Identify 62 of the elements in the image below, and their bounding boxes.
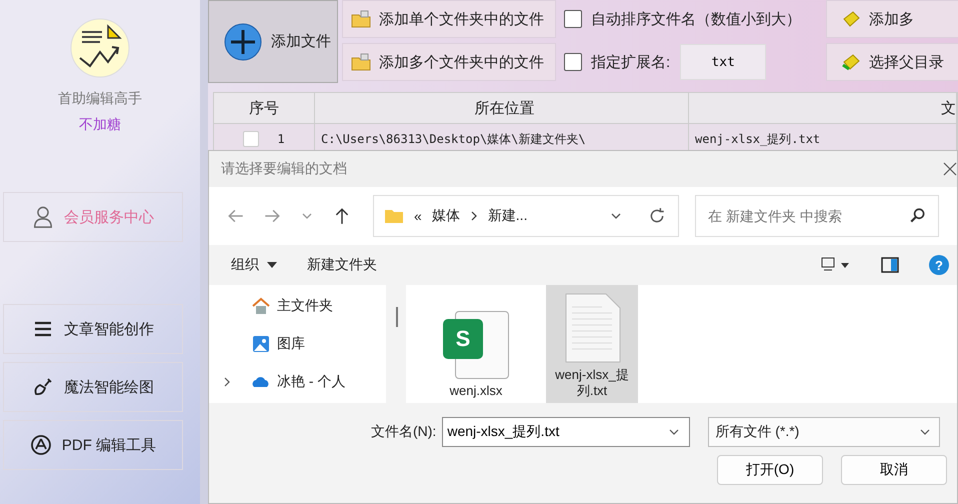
close-icon[interactable] <box>943 162 957 176</box>
file-type-dropdown[interactable]: 所有文件 (*.*) <box>708 417 940 447</box>
extension-field[interactable]: txt <box>680 44 766 80</box>
table-cell: C:\Users\86313\Desktop\媒体\新建文件夹\ <box>321 130 586 148</box>
file-item[interactable]: S wenj.xlsx <box>430 285 522 403</box>
brush-icon <box>32 376 54 398</box>
extension-checkbox[interactable]: 指定扩展名: <box>560 43 670 81</box>
circle-a-icon <box>30 434 52 456</box>
column-header: 文 <box>689 93 957 123</box>
dialog-button[interactable]: 打开(O) <box>717 455 823 485</box>
new-folder-button[interactable]: 新建文件夹 <box>307 256 377 274</box>
row-checkbox[interactable] <box>243 131 260 147</box>
file-item[interactable]: wenj-xlsx_提列.txt <box>546 285 638 403</box>
forward-icon[interactable] <box>263 207 281 225</box>
person-icon <box>32 206 54 228</box>
address-bar[interactable]: « 媒体 新建... <box>373 195 679 237</box>
breadcrumb-overflow[interactable]: « <box>414 208 422 224</box>
add-single-folder-button[interactable]: 添加单个文件夹中的文件 <box>342 0 556 38</box>
add-file-button[interactable]: 添加文件 <box>208 0 338 83</box>
view-icon[interactable] <box>821 257 851 273</box>
column-header: 序号 <box>214 93 315 123</box>
column-header: 所在位置 <box>315 93 689 123</box>
caret-icon <box>267 262 277 268</box>
folder-icon <box>351 53 371 71</box>
organize-menu[interactable]: 组织 <box>231 256 277 274</box>
table-cell: wenj-xlsx_提列.txt <box>695 130 820 148</box>
nav-item[interactable]: 冰艳 - 个人 <box>209 367 386 397</box>
search-field[interactable]: 在 新建文件夹 中搜索 <box>695 195 939 237</box>
eraser-icon <box>841 53 861 71</box>
back-icon[interactable] <box>227 207 245 225</box>
menu-item[interactable]: 文章智能创作 <box>3 304 183 354</box>
chevron-right-icon <box>470 210 478 222</box>
dialog-title: 请选择要编辑的文档 <box>221 160 347 178</box>
toolbar-button[interactable]: 添加多 <box>826 0 958 38</box>
search-icon[interactable] <box>909 207 927 225</box>
preview-pane-icon[interactable] <box>881 257 899 273</box>
home-icon <box>251 296 271 316</box>
user-name: 不加糖 <box>79 116 121 134</box>
logo-icon <box>70 18 130 78</box>
toolbar-button[interactable]: 选择父目录 <box>826 43 958 81</box>
auto-sort-checkbox[interactable]: 自动排序文件名（数值小到大） <box>560 0 822 38</box>
dialog-button[interactable]: 取消 <box>841 455 947 485</box>
filename-label: 文件名(N): <box>371 423 436 441</box>
expand-icon[interactable] <box>223 376 231 388</box>
filename-field[interactable]: wenj-xlsx_提列.txt <box>442 417 690 447</box>
plus-icon <box>223 22 263 62</box>
nav-item[interactable]: 主文件夹 <box>209 291 386 321</box>
app-name: 首助编辑高手 <box>58 90 142 108</box>
breadcrumb[interactable]: 媒体 <box>432 207 460 225</box>
menu-item[interactable]: 魔法智能绘图 <box>3 362 183 412</box>
table-cell: 1 <box>277 132 285 146</box>
up-icon[interactable] <box>333 207 351 225</box>
picture-icon <box>251 334 271 354</box>
folder-icon <box>384 208 404 224</box>
eraser-icon <box>841 10 861 28</box>
help-icon[interactable]: ? <box>929 255 949 275</box>
menu-item[interactable]: PDF 编辑工具 <box>3 420 183 470</box>
refresh-icon[interactable] <box>648 207 666 225</box>
folder-icon <box>351 10 371 28</box>
breadcrumb[interactable]: 新建... <box>488 207 528 225</box>
add-multiple-folders-button[interactable]: 添加多个文件夹中的文件 <box>342 43 556 81</box>
nav-item[interactable]: 图库 <box>209 329 386 359</box>
